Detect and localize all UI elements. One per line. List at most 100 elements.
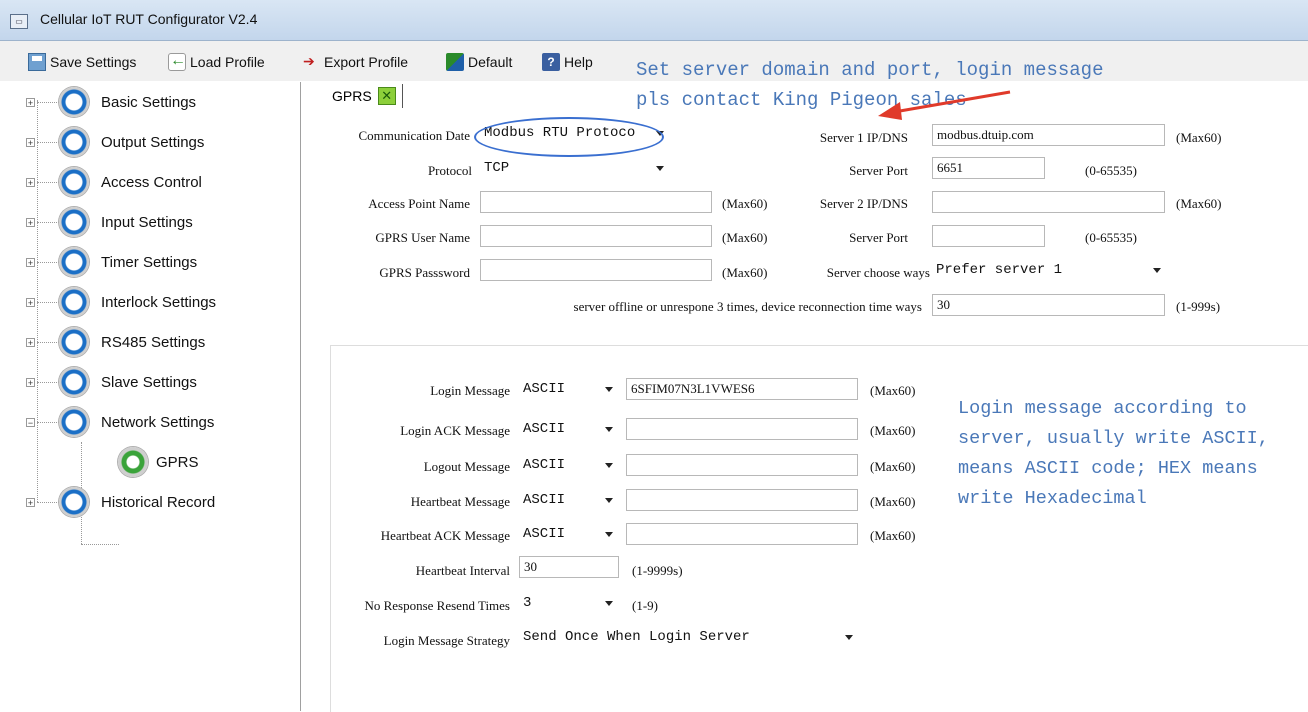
resend-times-label: No Response Resend Times (364, 598, 510, 613)
resend-times-value: 3 (523, 595, 532, 611)
protocol-value: TCP (484, 160, 510, 176)
server-choose-select[interactable]: Prefer server 1 (932, 259, 1167, 283)
tree-item-network-settings[interactable]: − Network Settings (26, 404, 214, 440)
heartbeat-format-select[interactable]: ASCII (519, 489, 619, 513)
tree-item-access-control[interactable]: + Access Control (26, 164, 202, 200)
collapse-icon[interactable]: − (26, 417, 35, 427)
heartbeat-ack-format-select[interactable]: ASCII (519, 523, 619, 547)
tree-item-gprs[interactable]: GPRS (118, 444, 199, 480)
communication-date-select[interactable]: Modbus RTU Protoco (480, 122, 670, 146)
tree-item-historical-record[interactable]: + Historical Record (26, 484, 215, 520)
tree-item-label: Basic Settings (101, 93, 197, 111)
tree-item-rs485-settings[interactable]: + RS485 Settings (26, 324, 205, 360)
settings-node-icon (59, 407, 89, 437)
export-profile-button[interactable]: Export Profile (302, 51, 408, 73)
dropdown-arrow-icon (605, 427, 613, 432)
login-strategy-select[interactable]: Send Once When Login Server (519, 626, 859, 650)
tree-item-label: Input Settings (101, 213, 193, 231)
gprs-password-label: GPRS Passsword (379, 265, 470, 280)
heartbeat-message-input[interactable] (626, 489, 858, 511)
tree-item-label: Access Control (101, 173, 202, 191)
close-tab-icon[interactable]: ✕ (377, 87, 396, 105)
heartbeat-ack-message-label: Heartbeat ACK Message (380, 528, 510, 543)
server1-label: Server 1 IP/DNS (819, 130, 908, 145)
annotation-right-line1: Login message according to (958, 398, 1247, 419)
server2-max-hint: (Max60) (1176, 196, 1222, 211)
default-button[interactable]: Default (446, 51, 512, 73)
format-value: ASCII (523, 526, 566, 542)
offline-reconnect-range: (1-999s) (1176, 299, 1221, 314)
tree-item-timer-settings[interactable]: + Timer Settings (26, 244, 197, 280)
expand-icon[interactable]: + (26, 257, 35, 267)
annotation-top-line1: Set server domain and port, login messag… (636, 59, 1104, 81)
expand-icon[interactable]: + (26, 297, 35, 307)
tree-item-output-settings[interactable]: + Output Settings (26, 124, 204, 160)
heartbeat-ack-max-hint: (Max60) (870, 528, 916, 543)
expand-icon[interactable]: + (26, 217, 35, 227)
server-port1-range: (0-65535) (1085, 163, 1137, 178)
offline-reconnect-label: server offline or unrespone 3 times, dev… (573, 299, 922, 314)
settings-node-icon (59, 167, 89, 197)
gprs-user-name-label: GPRS User Name (375, 230, 470, 245)
login-message-label: Login Message (430, 383, 510, 398)
tree-item-interlock-settings[interactable]: + Interlock Settings (26, 284, 216, 320)
server-choose-value: Prefer server 1 (936, 262, 1063, 278)
default-icon (446, 53, 464, 71)
expand-icon[interactable]: + (26, 497, 35, 507)
tree-item-input-settings[interactable]: + Input Settings (26, 204, 193, 240)
login-ack-message-input[interactable] (626, 418, 858, 440)
heartbeat-interval-input[interactable]: 30 (519, 556, 619, 578)
save-settings-label: Save Settings (50, 54, 137, 70)
protocol-select[interactable]: TCP (480, 157, 670, 181)
server-port2-input[interactable] (932, 225, 1045, 247)
logout-format-select[interactable]: ASCII (519, 454, 619, 478)
server1-input[interactable]: modbus.dtuip.com (932, 124, 1165, 146)
help-button[interactable]: ? Help (542, 51, 593, 73)
tree-item-label: Interlock Settings (101, 293, 217, 311)
tab-gprs[interactable]: GPRS ✕ (332, 82, 403, 110)
dropdown-arrow-icon (605, 463, 613, 468)
login-message-input[interactable]: 6SFIM07N3L1VWES6 (626, 378, 858, 400)
settings-node-icon (59, 287, 89, 317)
app-icon: ▭ (10, 14, 28, 29)
annotation-right-line4: write Hexadecimal (958, 488, 1147, 509)
expand-icon[interactable]: + (26, 137, 35, 147)
logout-message-input[interactable] (626, 454, 858, 476)
resend-times-select[interactable]: 3 (519, 592, 619, 616)
settings-node-icon (59, 367, 89, 397)
login-strategy-label: Login Message Strategy (383, 633, 510, 648)
gprs-user-name-input[interactable] (480, 225, 712, 247)
settings-node-icon (59, 487, 89, 517)
dropdown-arrow-icon (1153, 268, 1161, 273)
protocol-label: Protocol (427, 163, 472, 178)
logout-max-hint: (Max60) (870, 459, 916, 474)
format-value: ASCII (523, 492, 566, 508)
tree-item-slave-settings[interactable]: + Slave Settings (26, 364, 197, 400)
server-port1-input[interactable]: 6651 (932, 157, 1045, 179)
tree-item-basic-settings[interactable]: + Basic Settings (26, 84, 196, 120)
load-profile-button[interactable]: Load Profile (168, 51, 265, 73)
expand-icon[interactable]: + (26, 337, 35, 347)
offline-reconnect-input[interactable]: 30 (932, 294, 1165, 316)
dropdown-arrow-icon (605, 387, 613, 392)
heartbeat-ack-message-input[interactable] (626, 523, 858, 545)
server2-input[interactable] (932, 191, 1165, 213)
save-settings-button[interactable]: Save Settings (28, 51, 136, 73)
expand-icon[interactable]: + (26, 377, 35, 387)
dropdown-arrow-icon (605, 601, 613, 606)
login-ack-format-select[interactable]: ASCII (519, 418, 619, 442)
server1-max-hint: (Max60) (1176, 130, 1222, 145)
expand-icon[interactable]: + (26, 177, 35, 187)
gprs-password-input[interactable] (480, 259, 712, 281)
tree-connector (81, 544, 119, 545)
tree-item-label: Slave Settings (101, 373, 197, 391)
login-message-format-select[interactable]: ASCII (519, 378, 619, 402)
expand-icon[interactable]: + (26, 97, 35, 107)
annotation-right-line3: means ASCII code; HEX means (958, 458, 1258, 479)
access-point-name-input[interactable] (480, 191, 712, 213)
settings-node-icon (59, 87, 89, 117)
logout-message-label: Logout Message (423, 459, 510, 474)
export-profile-label: Export Profile (324, 54, 409, 70)
access-point-name-label: Access Point Name (368, 196, 470, 211)
tree-item-label: Timer Settings (101, 253, 198, 271)
